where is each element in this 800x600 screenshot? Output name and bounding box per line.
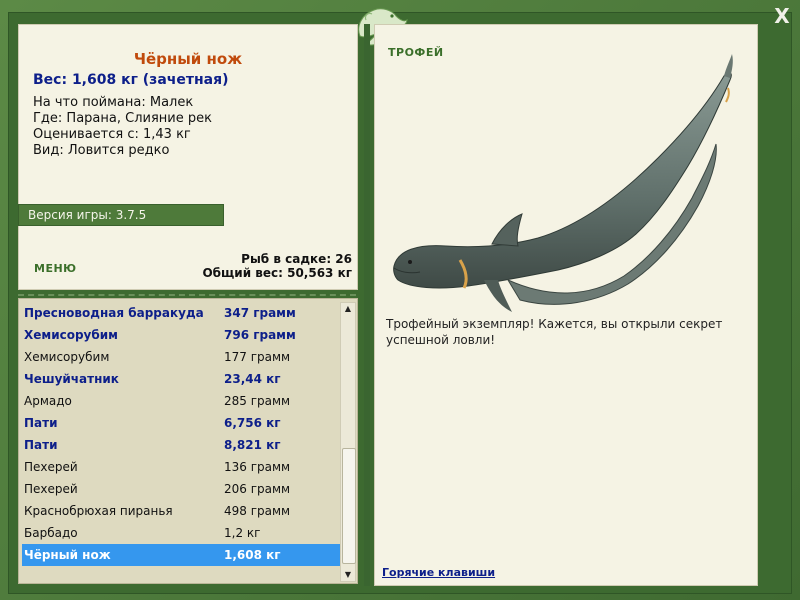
hotkeys-link[interactable]: Горячие клавиши (382, 566, 495, 579)
trophy-threshold-detail: Оценивается с: 1,43 кг (33, 127, 191, 142)
list-item-name: Пехерей (24, 482, 78, 496)
panel-divider (364, 24, 370, 586)
list-item-name: Барбадо (24, 526, 78, 540)
version-label: Версия игры: 3.7.5 (28, 208, 147, 222)
keepnet-total-weight: Общий вес: 50,563 кг (202, 266, 352, 280)
fish-name: Чёрный нож (133, 50, 243, 68)
list-item-weight: 23,44 кг (224, 372, 281, 386)
version-bar: Версия игры: 3.7.5 (18, 204, 224, 226)
list-item[interactable]: Барбадо 1,2 кг (22, 522, 340, 544)
list-item-name: Пехерей (24, 460, 78, 474)
list-item-weight: 347 грамм (224, 306, 296, 320)
list-item-name: Пати (24, 416, 58, 430)
list-item[interactable]: Пати 8,821 кг (22, 434, 340, 456)
list-item[interactable]: Армадо 285 грамм (22, 390, 340, 412)
list-item-weight: 796 грамм (224, 328, 296, 342)
list-item-weight: 1,608 кг (224, 548, 281, 562)
list-item-weight: 6,756 кг (224, 416, 281, 430)
list-item[interactable]: Пресноводная барракуда 347 грамм (22, 302, 340, 324)
fish-info-panel: Чёрный нож Вес: 1,608 кг (зачетная) На ч… (18, 24, 358, 290)
trophy-panel: ТРОФЕЙ Трофейный экземпляр! Кажется, вы … (374, 24, 758, 586)
location-detail: Где: Парана, Слияние рек (33, 111, 212, 126)
rarity-detail: Вид: Ловится редко (33, 143, 170, 158)
list-item[interactable]: Пати 6,756 кг (22, 412, 340, 434)
list-item-name: Чёрный нож (24, 548, 111, 562)
list-item-weight: 285 грамм (224, 394, 291, 408)
trophy-message: Трофейный экземпляр! Кажется, вы открыли… (386, 317, 723, 347)
list-item-weight: 177 грамм (224, 350, 291, 364)
list-item-name: Армадо (24, 394, 72, 408)
list-item-weight: 498 грамм (224, 504, 291, 518)
list-item-name: Чешуйчатник (24, 372, 119, 386)
list-item-weight: 8,821 кг (224, 438, 281, 452)
list-item[interactable]: Чёрный нож 1,608 кг (22, 544, 340, 566)
arrow-up-icon[interactable]: ▲ (340, 302, 356, 316)
list-item[interactable]: Пехерей 206 грамм (22, 478, 340, 500)
list-item[interactable]: Чешуйчатник 23,44 кг (22, 368, 340, 390)
dashed-divider (18, 294, 356, 296)
keepnet-count: Рыб в садке: 26 (241, 252, 352, 266)
fish-image (393, 54, 733, 312)
list-item-name: Пресноводная барракуда (24, 306, 204, 320)
list-item-name: Пати (24, 438, 58, 452)
list-item[interactable]: Хемисорубим 177 грамм (22, 346, 340, 368)
list-item-weight: 136 грамм (224, 460, 291, 474)
list-item-name: Краснобрюхая пиранья (24, 504, 173, 518)
list-item-weight: 1,2 кг (224, 526, 261, 540)
list-item[interactable]: Пехерей 136 грамм (22, 456, 340, 478)
list-scrollbar[interactable]: ▲ ▼ (340, 302, 356, 582)
fish-weight: Вес: 1,608 кг (зачетная) (33, 72, 229, 88)
arrow-down-icon[interactable]: ▼ (340, 568, 356, 582)
keepnet-summary: Рыб в садке: 26 Общий вес: 50,563 кг (200, 252, 352, 284)
scroll-thumb[interactable] (342, 448, 356, 564)
bait-detail: На что поймана: Малек (33, 95, 194, 110)
list-item-weight: 206 грамм (224, 482, 291, 496)
list-item-name: Хемисорубим (24, 328, 118, 342)
catch-list: Пресноводная барракуда 347 грамм Хемисоруб… (18, 298, 358, 584)
list-item[interactable]: Краснобрюхая пиранья 498 грамм (22, 500, 340, 522)
close-button[interactable]: X (770, 4, 794, 28)
list-item-name: Хемисорубим (24, 350, 110, 364)
menu-button[interactable]: МЕНЮ (34, 262, 77, 275)
list-item[interactable]: Хемисорубим 796 грамм (22, 324, 340, 346)
